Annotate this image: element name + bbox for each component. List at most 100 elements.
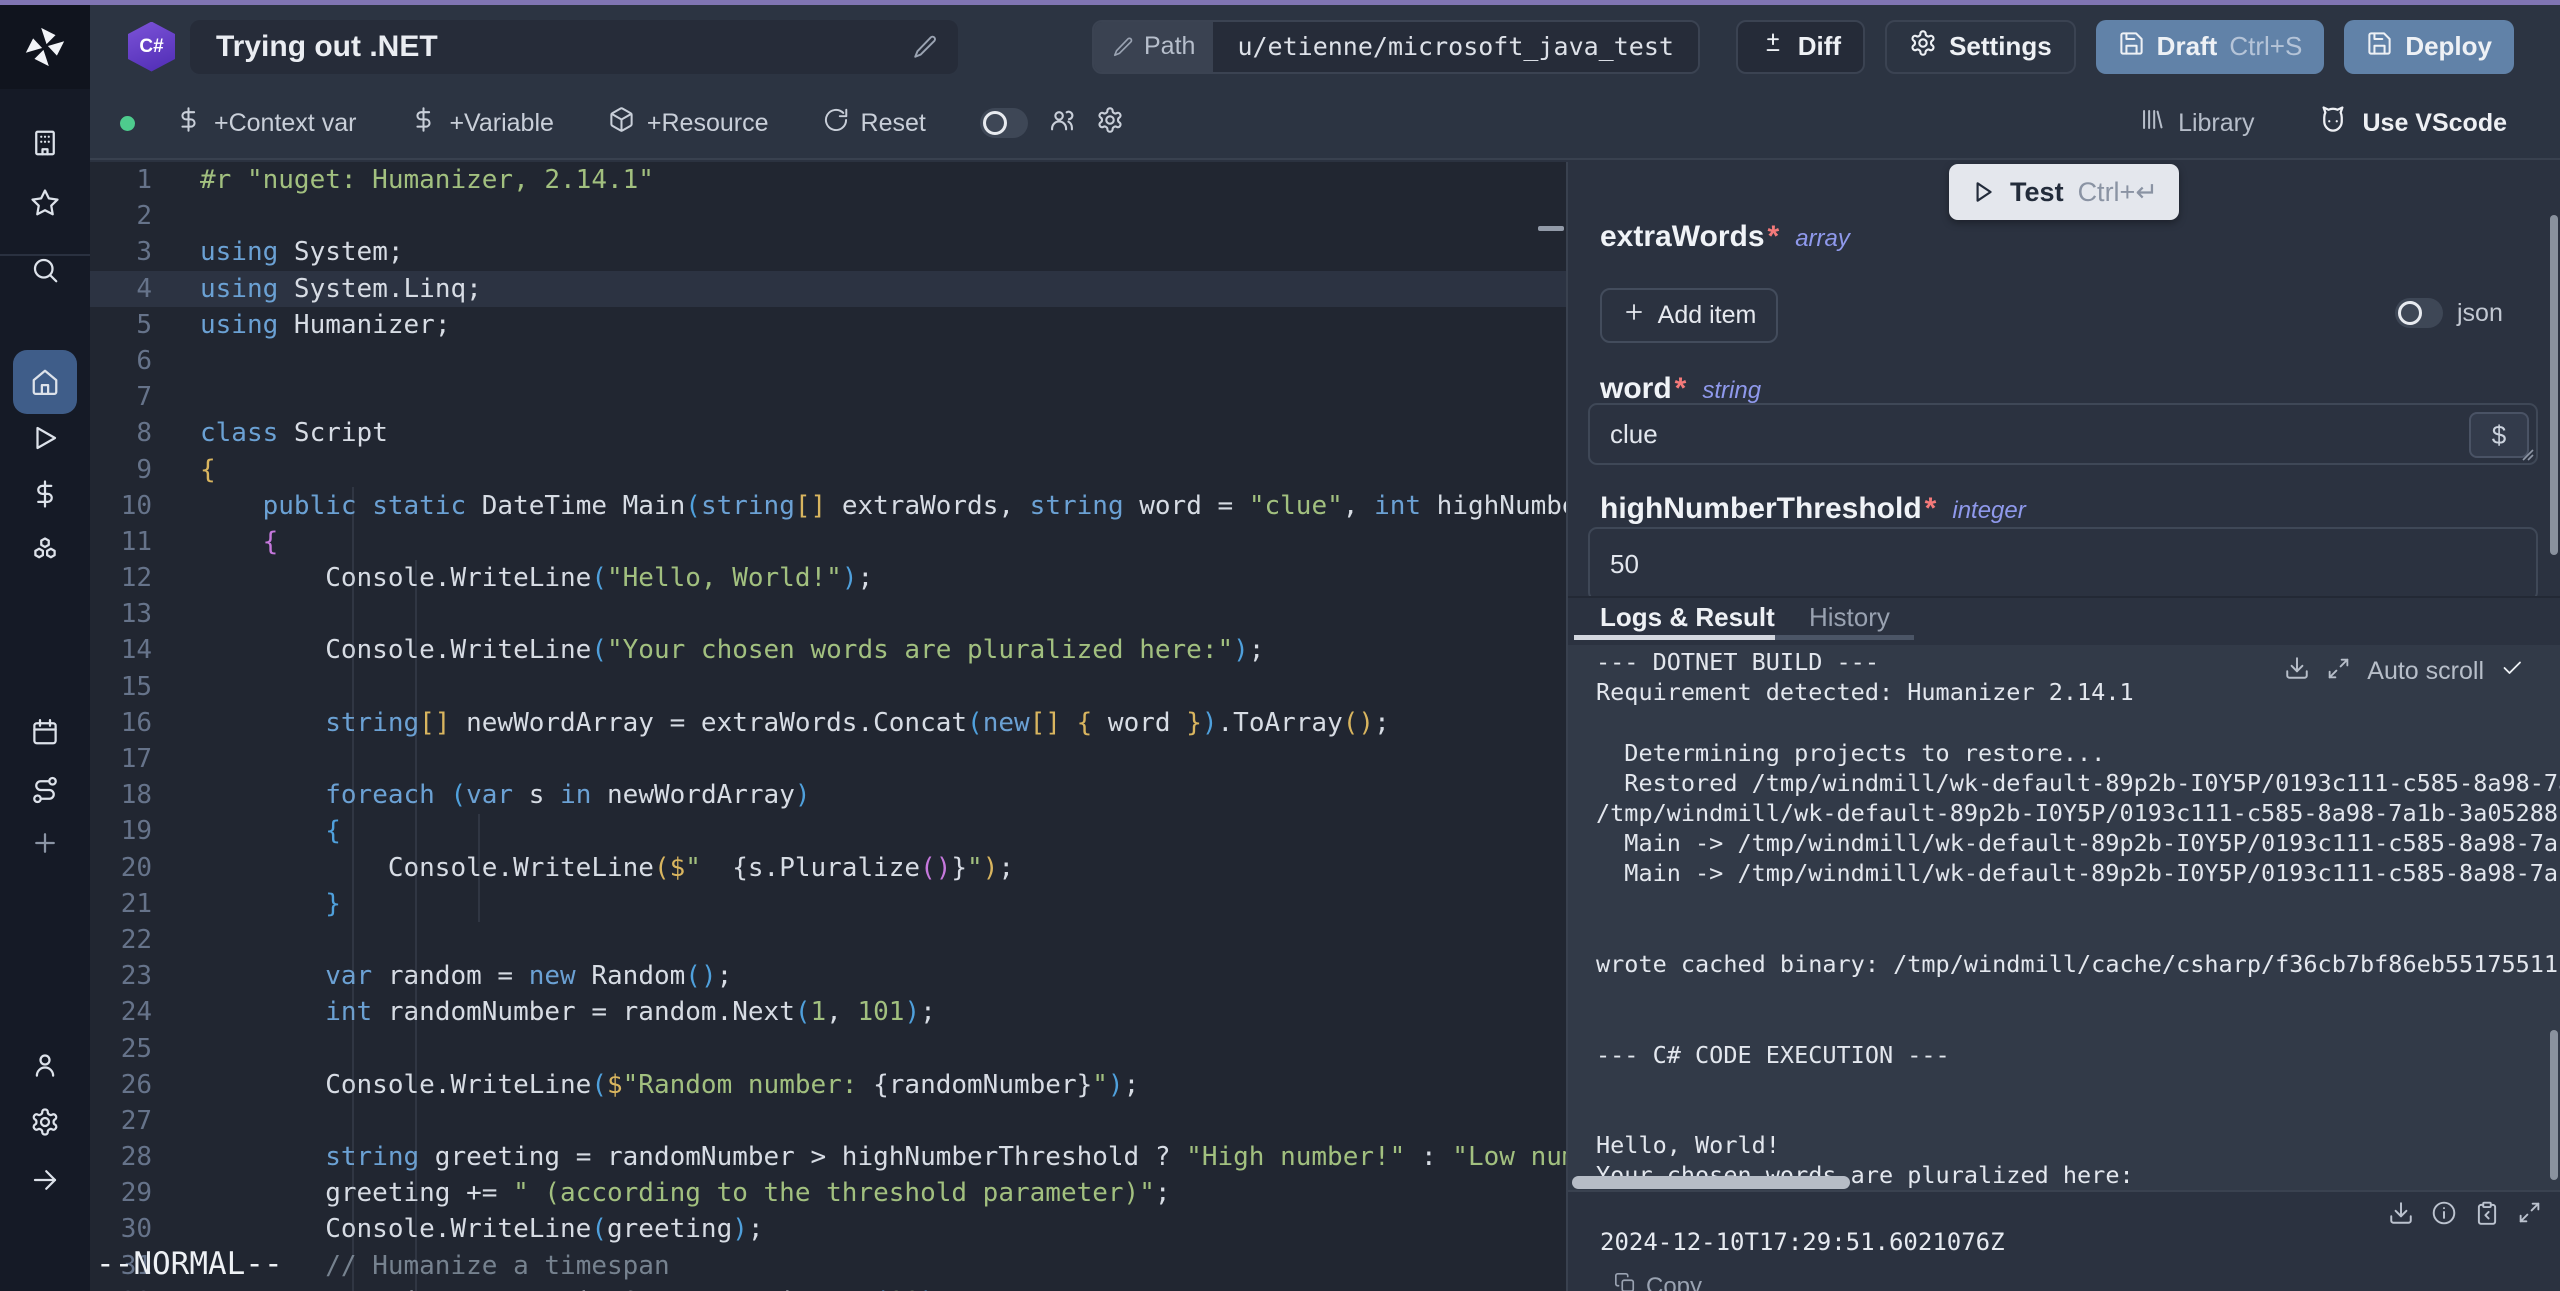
code-line-24[interactable]: 24 int randomNumber = random.Next(1, 101… (90, 994, 1568, 1030)
code-line-6[interactable]: 6 (90, 343, 1568, 379)
code-line-5[interactable]: 5 using Humanizer; (90, 307, 1568, 343)
code-line-20[interactable]: 20 Console.WriteLine($" {s.Pluralize()}"… (90, 850, 1568, 886)
sidebar-item-favorites[interactable] (13, 171, 77, 235)
path-control[interactable]: Path u/etienne/microsoft_java_test (1092, 20, 1700, 74)
download-logs-button[interactable] (2284, 655, 2310, 688)
code-text: { (200, 452, 216, 488)
sidebar-item-workspace[interactable] (13, 111, 77, 175)
sidebar-item-schedules[interactable] (13, 700, 77, 764)
word-input[interactable]: clue $ (1588, 403, 2538, 465)
sidebar-item-search[interactable] (13, 238, 77, 302)
code-line-2[interactable]: 2 (90, 198, 1568, 234)
add-context-var-button[interactable]: +Context var (175, 106, 356, 140)
code-line-11[interactable]: 11 { (90, 524, 1568, 560)
code-line-10[interactable]: 10 public static DateTime Main(string[] … (90, 488, 1568, 524)
collaborators-button[interactable] (1048, 106, 1076, 141)
highnumberthreshold-input[interactable]: 50 (1588, 527, 2538, 601)
code-line-19[interactable]: 19 { (90, 813, 1568, 849)
code-line-26[interactable]: 26 Console.WriteLine($"Random number: {r… (90, 1067, 1568, 1103)
sidebar (0, 5, 90, 1291)
sidebar-item-workspace-settings[interactable] (13, 1090, 77, 1154)
sidebar-item-resources[interactable] (13, 518, 77, 582)
sidebar-item-runs[interactable] (13, 406, 77, 470)
code-line-9[interactable]: 9{ (90, 452, 1568, 488)
test-shortcut: Ctrl+↵ (2078, 177, 2158, 208)
code-line-30[interactable]: 30 Console.WriteLine(greeting); (90, 1211, 1568, 1247)
log-panel[interactable]: --- DOTNET BUILD --- Requirement detecte… (1568, 645, 2560, 1190)
add-resource-button[interactable]: +Resource (608, 106, 769, 140)
use-vscode-button[interactable]: Use VScode (2318, 105, 2507, 142)
code-line-21[interactable]: 21 } (90, 886, 1568, 922)
tab-history[interactable]: History (1809, 602, 1890, 633)
code-line-3[interactable]: 3using System; (90, 234, 1568, 270)
script-title-field[interactable]: Trying out .NET (190, 20, 958, 74)
copy-row[interactable]: Copy (1614, 1272, 1702, 1291)
add-item-button[interactable]: Add item (1600, 288, 1778, 343)
sidebar-item-home[interactable] (13, 350, 77, 414)
code-line-25[interactable]: 25 (90, 1031, 1568, 1067)
code-text: foreach (var s in newWordArray) (200, 777, 811, 813)
log-horizontal-scrollbar[interactable] (1572, 1176, 1850, 1189)
windmill-logo[interactable] (0, 5, 90, 89)
code-line-14[interactable]: 14 Console.WriteLine("Your chosen words … (90, 632, 1568, 668)
assistant-toggle[interactable] (980, 108, 1028, 138)
play-icon (1970, 179, 1996, 205)
code-line-12[interactable]: 12 Console.WriteLine("Hello, World!"); (90, 560, 1568, 596)
code-line-27[interactable]: 27 (90, 1103, 1568, 1139)
sidebar-item-account[interactable] (13, 1033, 77, 1097)
library-button[interactable]: Library (2139, 106, 2254, 140)
code-line-17[interactable]: 17 (90, 741, 1568, 777)
line-number: 3 (90, 234, 152, 270)
add-variable-button[interactable]: +Variable (410, 106, 553, 140)
code-line-31[interactable]: 31 // Humanize a timespan (90, 1248, 1568, 1284)
resize-handle[interactable] (2519, 446, 2534, 461)
expand-logs-button[interactable] (2326, 656, 2351, 688)
log-scrollbar[interactable] (2550, 1030, 2558, 1180)
code-line-18[interactable]: 18 foreach (var s in newWordArray) (90, 777, 1568, 813)
deploy-button[interactable]: Deploy (2344, 20, 2514, 74)
sidebar-divider (0, 254, 90, 256)
code-line-1[interactable]: 1#r "nuget: Humanizer, 2.14.1" (90, 162, 1568, 198)
code-line-22[interactable]: 22 (90, 922, 1568, 958)
editor-settings-button[interactable] (1096, 106, 1124, 141)
line-number: 5 (90, 307, 152, 343)
settings-button[interactable]: Settings (1885, 20, 2076, 74)
panel-scrollbar[interactable] (2550, 215, 2558, 555)
code-line-29[interactable]: 29 greeting += " (according to the thres… (90, 1175, 1568, 1211)
expand-result-button[interactable] (2517, 1200, 2542, 1231)
reset-button[interactable]: Reset (823, 107, 926, 140)
code-editor[interactable]: 1#r "nuget: Humanizer, 2.14.1"23using Sy… (90, 162, 1568, 1291)
code-line-32[interactable]: 32 var timespan = TimeSpan.FromMinutes(9… (90, 1284, 1568, 1291)
field-label-extrawords: extraWords* array (1600, 220, 1850, 254)
draft-button[interactable]: Draft Ctrl+S (2096, 20, 2325, 74)
code-line-23[interactable]: 23 var random = new Random(); (90, 958, 1568, 994)
copy-result-button[interactable] (2474, 1200, 2500, 1231)
autoscroll-checkbox[interactable] (2500, 656, 2524, 687)
line-number: 12 (90, 560, 152, 596)
code-line-16[interactable]: 16 string[] newWordArray = extraWords.Co… (90, 705, 1568, 741)
code-line-28[interactable]: 28 string greeting = randomNumber > high… (90, 1139, 1568, 1175)
editor-settings-icon (1096, 106, 1124, 134)
line-number: 26 (90, 1067, 152, 1103)
json-toggle[interactable] (2395, 298, 2443, 328)
line-number: 8 (90, 415, 152, 451)
line-number: 2 (90, 198, 152, 234)
sidebar-item-variables[interactable] (13, 462, 77, 526)
splitter-handle[interactable] (1538, 226, 1564, 231)
code-line-7[interactable]: 7 (90, 379, 1568, 415)
code-line-13[interactable]: 13 (90, 596, 1568, 632)
code-text: var random = new Random(); (200, 958, 732, 994)
line-number: 9 (90, 452, 152, 488)
path-label-section[interactable]: Path (1094, 22, 1213, 72)
tab-logs-result[interactable]: Logs & Result (1600, 602, 1775, 633)
test-button[interactable]: Test Ctrl+↵ (1949, 164, 2179, 220)
code-line-8[interactable]: 8class Script (90, 415, 1568, 451)
code-text: using Humanizer; (200, 307, 450, 343)
sidebar-item-add[interactable] (13, 811, 77, 875)
sidebar-item-expand-sidebar[interactable] (13, 1148, 77, 1212)
result-info-button[interactable] (2431, 1200, 2457, 1231)
diff-button[interactable]: Diff (1736, 20, 1865, 74)
code-line-4[interactable]: 4using System.Linq; (90, 271, 1568, 307)
download-result-button[interactable] (2388, 1200, 2414, 1231)
code-line-15[interactable]: 15 (90, 669, 1568, 705)
